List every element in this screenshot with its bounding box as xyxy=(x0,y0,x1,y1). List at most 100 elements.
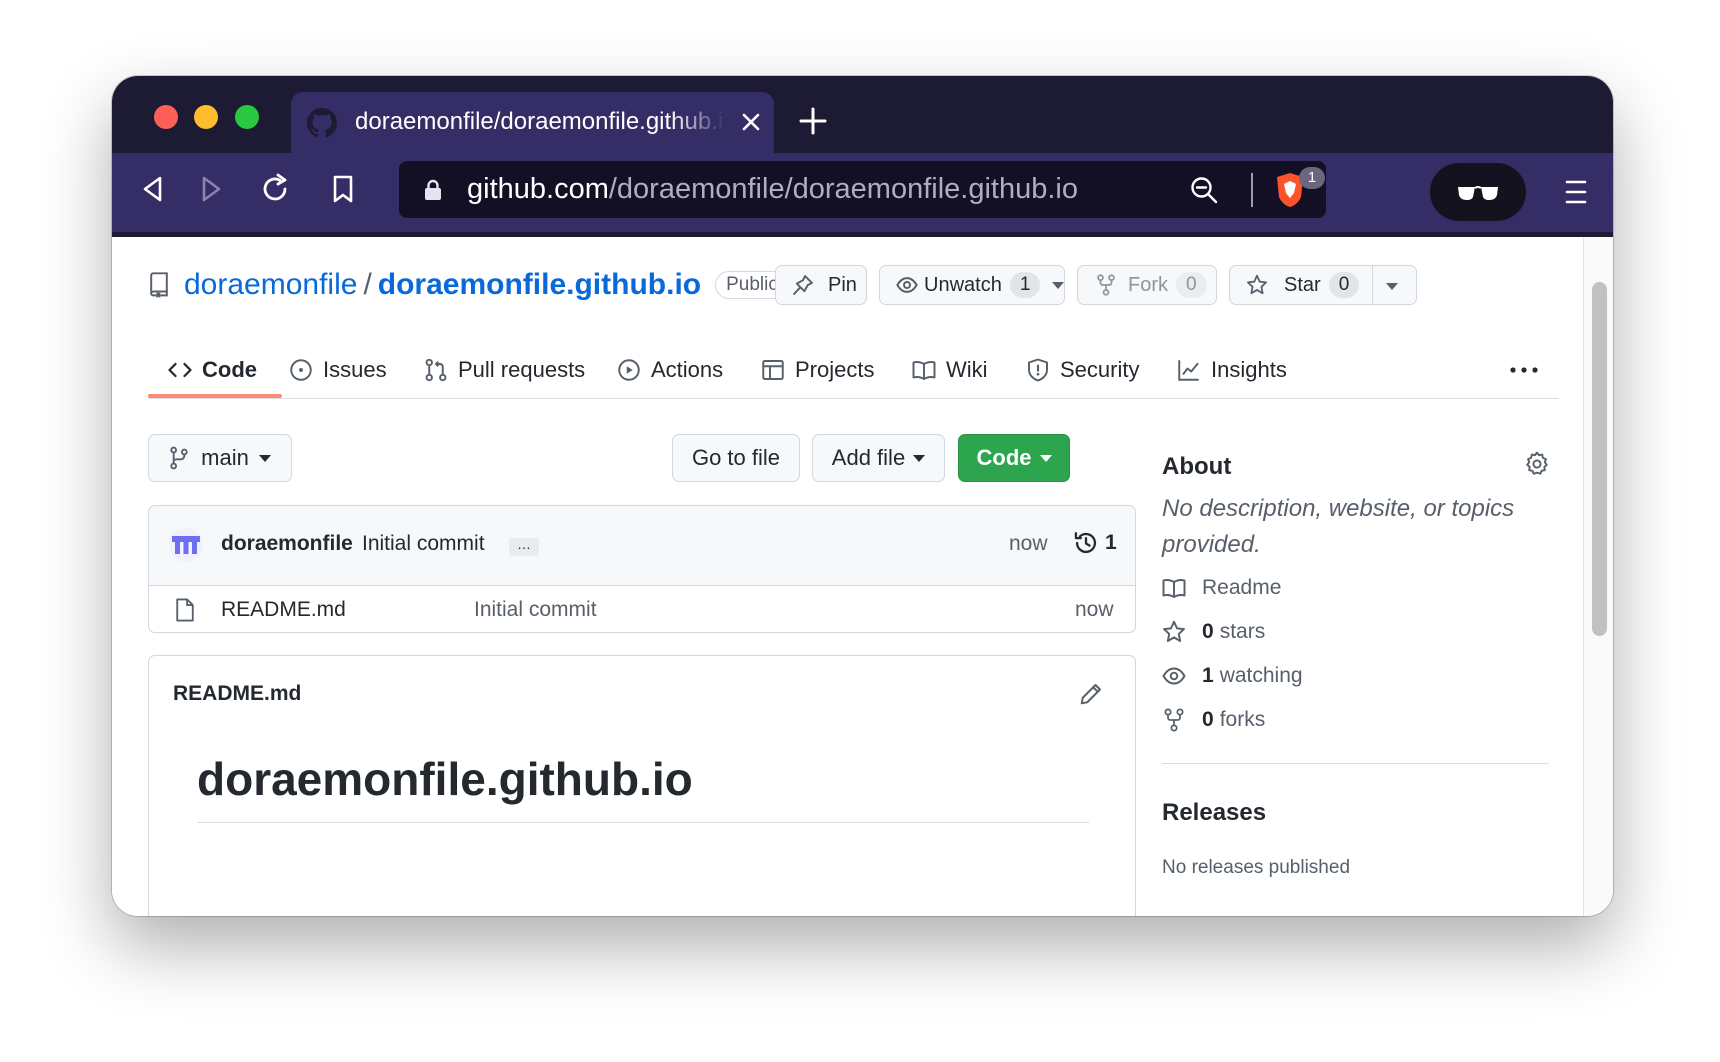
commit-author-link[interactable]: doraemonfile xyxy=(221,532,353,556)
tab-security[interactable]: Security xyxy=(1026,341,1139,398)
zoom-out-icon[interactable] xyxy=(1189,175,1219,205)
branch-select-button[interactable]: main xyxy=(148,434,292,482)
fork-icon xyxy=(1097,274,1115,296)
tab-insights[interactable]: Insights xyxy=(1177,341,1287,398)
more-horizontal-icon[interactable] xyxy=(1507,355,1541,385)
scrollbar-thumb[interactable] xyxy=(1592,282,1607,636)
github-repo-page: doraemonfile / doraemonfile.github.io Pu… xyxy=(112,237,1584,916)
readme-link-label: Readme xyxy=(1202,576,1282,599)
scrollbar-track[interactable] xyxy=(1583,237,1613,916)
fork-count: 0 xyxy=(1176,272,1207,298)
file-name-link[interactable]: README.md xyxy=(221,598,346,622)
repo-name-link[interactable]: doraemonfile.github.io xyxy=(378,268,701,302)
close-window-button[interactable] xyxy=(154,105,178,129)
code-button-label: Code xyxy=(976,445,1032,470)
commit-time: now xyxy=(1009,532,1048,555)
watching-count: 1 xyxy=(1202,664,1214,687)
file-icon xyxy=(176,598,194,622)
forward-icon[interactable] xyxy=(194,172,228,206)
fork-button[interactable]: Fork 0 xyxy=(1077,265,1217,305)
chevron-down-icon xyxy=(1052,281,1065,289)
selected-tab-indicator xyxy=(148,394,282,398)
commit-history-link[interactable]: 1 xyxy=(1073,530,1117,556)
pencil-icon[interactable] xyxy=(1079,682,1103,706)
code-icon xyxy=(168,362,192,377)
identicon-avatar xyxy=(169,528,203,562)
about-description: No description, website, or topics provi… xyxy=(1162,495,1515,558)
tab-wiki-label: Wiki xyxy=(946,356,988,382)
plus-icon[interactable] xyxy=(798,106,828,136)
eye-icon xyxy=(1162,667,1186,685)
forks-label: forks xyxy=(1219,708,1266,731)
readme-link[interactable]: Readme xyxy=(1162,573,1281,603)
watch-count: 1 xyxy=(1009,272,1041,298)
avatar[interactable] xyxy=(169,528,203,562)
star-count: 0 xyxy=(1328,272,1360,298)
bookmark-icon[interactable] xyxy=(326,172,360,206)
play-icon xyxy=(618,358,640,381)
repo-owner-link[interactable]: doraemonfile xyxy=(184,268,357,302)
star-dropdown-caret[interactable] xyxy=(1386,283,1398,290)
go-to-file-label: Go to file xyxy=(691,445,781,470)
tab-issues[interactable]: Issues xyxy=(289,341,387,398)
repo-separator: / xyxy=(363,268,372,301)
history-icon xyxy=(1074,532,1097,554)
star-button[interactable]: Star 0 xyxy=(1229,265,1417,305)
book-icon xyxy=(1162,579,1186,598)
add-file-button[interactable]: Add file xyxy=(812,434,945,482)
url-host: github.com xyxy=(467,173,609,205)
pull-request-icon xyxy=(425,358,447,381)
stars-link[interactable]: 0 stars xyxy=(1162,617,1265,647)
hamburger-menu-icon[interactable] xyxy=(1564,175,1588,209)
caret-down-icon xyxy=(258,454,271,462)
reload-icon[interactable] xyxy=(258,172,292,206)
commit-expand-button[interactable]: … xyxy=(509,537,539,556)
readme-panel: README.md doraemonfile.github.io xyxy=(148,655,1136,916)
tab-code-label: Code xyxy=(202,356,257,382)
tab-actions[interactable]: Actions xyxy=(617,341,723,398)
shield-icon xyxy=(1028,358,1048,381)
commit-message-link[interactable]: Initial commit xyxy=(362,532,485,556)
private-window-button[interactable] xyxy=(1430,163,1526,221)
tab-wiki[interactable]: Wiki xyxy=(912,341,988,398)
readme-heading: doraemonfile.github.io xyxy=(197,753,693,805)
forks-link[interactable]: 0 forks xyxy=(1162,705,1265,735)
minimize-window-button[interactable] xyxy=(194,105,218,129)
caret-down-icon xyxy=(1039,454,1052,462)
tab-actions-label: Actions xyxy=(651,356,724,382)
latest-commit-row: doraemonfile Initial commit … now 1 xyxy=(149,506,1135,586)
stars-label: stars xyxy=(1219,620,1266,643)
releases-title[interactable]: Releases xyxy=(1162,799,1266,827)
file-browser: doraemonfile Initial commit … now 1 READ… xyxy=(148,505,1136,633)
repo-icon xyxy=(150,272,168,298)
tab-projects-label: Projects xyxy=(795,356,875,382)
private-glasses-icon xyxy=(1458,186,1498,200)
star-button-divider xyxy=(1372,266,1373,304)
unwatch-button[interactable]: Unwatch 1 xyxy=(879,265,1065,305)
file-commit-time: now xyxy=(1075,598,1114,621)
unwatch-label: Unwatch xyxy=(924,273,1002,296)
tab-code[interactable]: Code xyxy=(168,341,257,398)
star-icon xyxy=(1163,620,1185,642)
url-text: github.com/doraemonfile/doraemonfile.git… xyxy=(467,171,1078,207)
code-button[interactable]: Code xyxy=(958,434,1070,482)
pin-button[interactable]: Pin xyxy=(775,265,867,305)
go-to-file-button[interactable]: Go to file xyxy=(672,434,800,482)
close-icon[interactable] xyxy=(739,110,763,134)
browser-tab-active[interactable]: doraemonfile/doraemonfile.github.io xyxy=(291,92,774,153)
address-bar[interactable]: github.com/doraemonfile/doraemonfile.git… xyxy=(399,161,1326,218)
watching-link[interactable]: 1 watching xyxy=(1162,661,1303,691)
tab-projects[interactable]: Projects xyxy=(761,341,874,398)
graph-icon xyxy=(1178,359,1199,381)
sidebar-divider xyxy=(1162,763,1549,764)
tab-pull-requests[interactable]: Pull requests xyxy=(424,341,585,398)
table-icon xyxy=(762,359,784,380)
gear-icon[interactable] xyxy=(1524,451,1550,477)
github-icon xyxy=(307,108,337,138)
pin-icon xyxy=(793,275,813,295)
table-row[interactable]: README.md Initial commit now xyxy=(149,586,1135,632)
add-file-label: Add file xyxy=(831,445,906,470)
zoom-window-button[interactable] xyxy=(235,105,259,129)
file-commit-message[interactable]: Initial commit xyxy=(474,598,597,622)
back-icon[interactable] xyxy=(136,172,170,206)
